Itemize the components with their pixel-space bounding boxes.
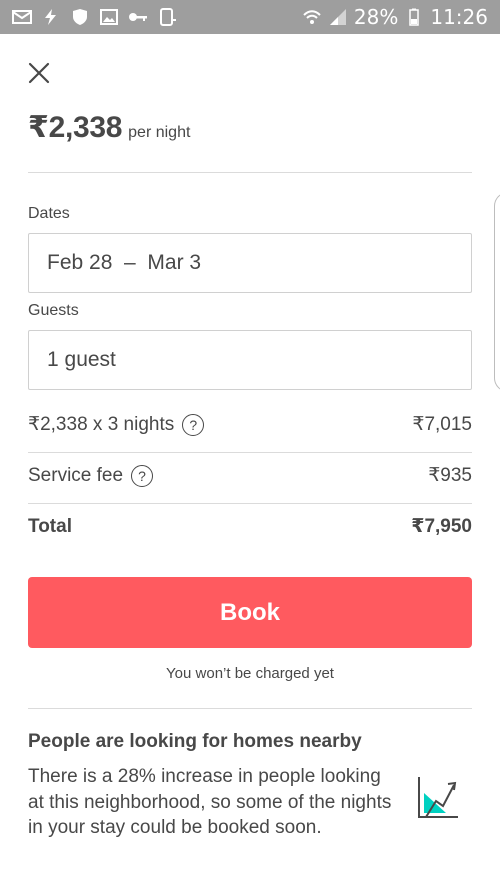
service-fee-amount: ₹935 — [428, 465, 472, 486]
nightly-price: ₹2,338 — [28, 111, 123, 144]
price-header: ₹2,338 per night — [28, 110, 190, 145]
close-button[interactable] — [26, 60, 52, 86]
edge-scroll-handle[interactable] — [494, 192, 500, 392]
close-icon — [28, 62, 50, 84]
image-icon — [99, 8, 119, 26]
per-night-label: per night — [128, 124, 191, 141]
service-fee-label: Service fee — [28, 464, 124, 486]
trending-up-icon — [416, 773, 460, 821]
bolt-icon — [41, 8, 61, 26]
not-charged-note: You won’t be charged yet — [166, 665, 334, 682]
total-amount: ₹7,950 — [411, 516, 472, 537]
total-row: Total ₹7,950 — [28, 515, 472, 538]
dates-field[interactable]: Feb 28 – Mar 3 — [28, 233, 472, 293]
mail-icon — [12, 8, 32, 26]
nights-label: ₹2,338 x 3 nights — [28, 414, 175, 435]
divider — [28, 503, 472, 504]
shield-icon — [70, 8, 90, 26]
guests-label: Guests — [28, 302, 79, 319]
service-fee-row: Service fee ? ₹935 — [28, 464, 472, 487]
dates-label: Dates — [28, 205, 70, 222]
phone-icon — [157, 8, 177, 26]
nights-row: ₹2,338 x 3 nights ? ₹7,015 — [28, 413, 472, 436]
clock: 11:26 — [430, 5, 488, 29]
status-bar: 28% 11:26 — [0, 0, 500, 34]
service-fee-help-icon[interactable]: ? — [131, 464, 154, 487]
promo-title: People are looking for homes nearby — [28, 731, 362, 752]
nights-amount: ₹7,015 — [412, 414, 472, 435]
nights-help-icon[interactable]: ? — [182, 413, 205, 436]
guests-value: 1 guest — [47, 348, 116, 371]
promo-body: There is a 28% increase in people lookin… — [28, 766, 392, 838]
book-button[interactable]: Book — [28, 577, 472, 648]
divider — [28, 708, 472, 709]
total-label: Total — [28, 515, 72, 537]
signal-icon — [328, 8, 348, 26]
divider — [28, 452, 472, 453]
system-indicators: 28% 11:26 — [302, 5, 488, 29]
notification-icons — [12, 8, 177, 26]
battery-icon — [404, 8, 424, 26]
dates-value: Feb 28 – Mar 3 — [47, 251, 202, 274]
guests-field[interactable]: 1 guest — [28, 330, 472, 390]
divider — [28, 172, 472, 173]
wifi-icon — [302, 8, 322, 26]
key-icon — [128, 8, 148, 26]
battery-percent: 28% — [353, 5, 399, 29]
